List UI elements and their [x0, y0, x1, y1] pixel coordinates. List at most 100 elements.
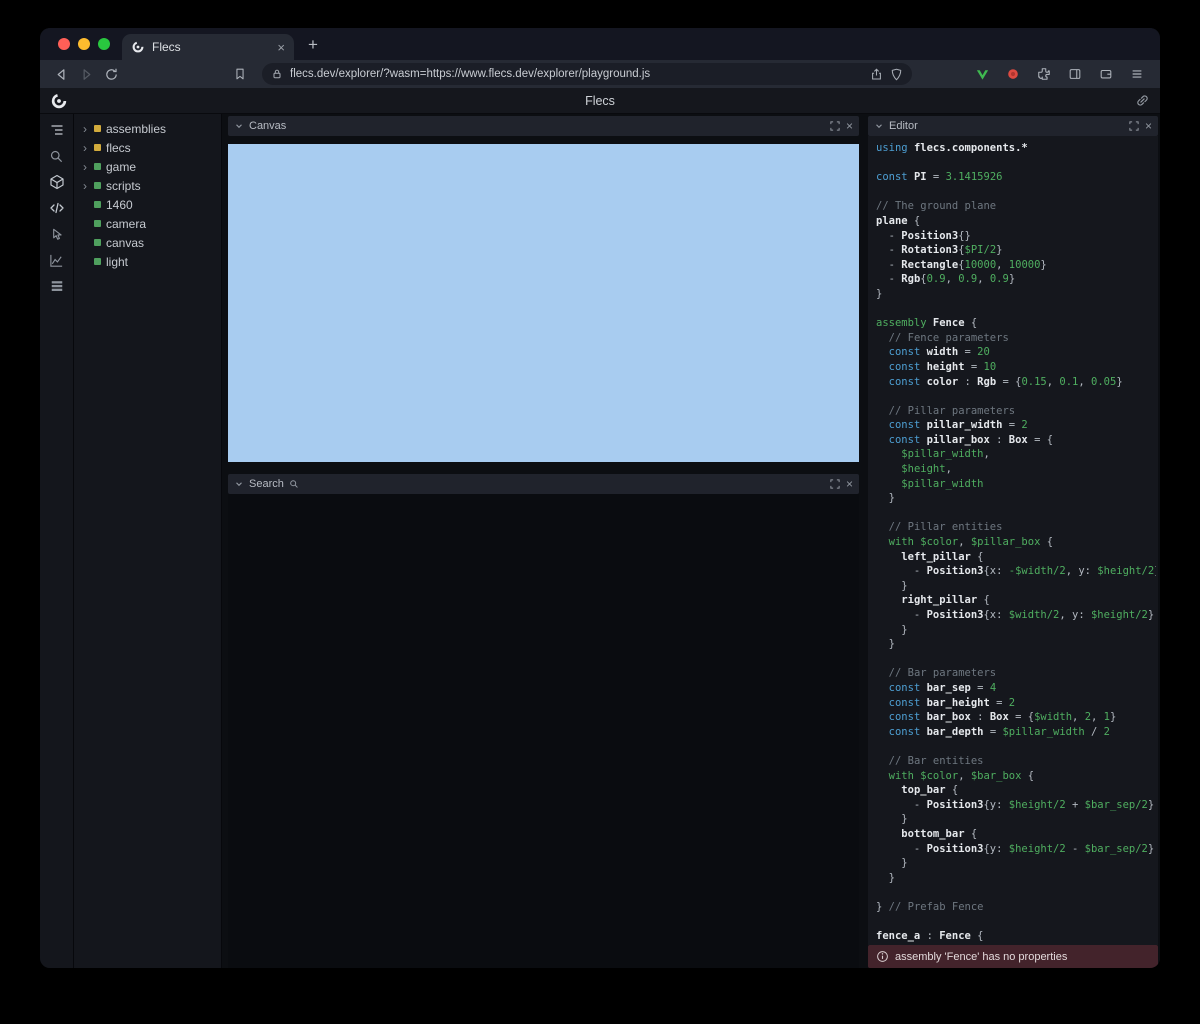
desktop-background: Flecs × + flecs.dev/explore: [0, 0, 1200, 1024]
app-header: Flecs: [40, 88, 1160, 114]
new-tab-button[interactable]: +: [308, 36, 318, 53]
entity-color-dot: [94, 201, 101, 208]
entity-color-dot: [94, 125, 101, 132]
close-icon[interactable]: ×: [846, 120, 853, 132]
reload-icon[interactable]: [100, 63, 122, 85]
search-icon[interactable]: [48, 148, 66, 164]
vue-devtools-extension-icon[interactable]: [971, 63, 993, 85]
search-panel-header[interactable]: Search ×: [228, 474, 859, 494]
code-line: top_bar {: [876, 783, 1156, 798]
chevron-right-icon[interactable]: ›: [81, 123, 89, 135]
sidebar-toggle-icon[interactable]: [1064, 63, 1086, 85]
expand-icon[interactable]: [829, 478, 841, 490]
tree-item-canvas[interactable]: canvas: [74, 233, 221, 252]
tree-item-1460[interactable]: 1460: [74, 195, 221, 214]
editor-panel-title: Editor: [889, 120, 918, 132]
close-icon[interactable]: ×: [846, 478, 853, 490]
code-line: }: [876, 871, 1156, 886]
recorder-extension-icon[interactable]: [1002, 63, 1024, 85]
canvas-viewport[interactable]: [228, 144, 859, 462]
entity-color-dot: [94, 220, 101, 227]
code-line: }: [876, 491, 1156, 506]
code-line: with $color, $bar_box {: [876, 769, 1156, 784]
extensions-puzzle-icon[interactable]: [1033, 63, 1055, 85]
brave-shield-icon[interactable]: [890, 68, 903, 81]
chevron-down-icon[interactable]: [234, 479, 244, 489]
editor-panel-header[interactable]: Editor ×: [868, 116, 1158, 136]
search-panel-title: Search: [249, 478, 284, 490]
tab-bar: Flecs × +: [40, 28, 1160, 60]
code-line: left_pillar {: [876, 550, 1156, 565]
window-controls: [40, 38, 122, 50]
code-line: // Pillar entities: [876, 520, 1156, 535]
expand-icon[interactable]: [829, 120, 841, 132]
code-line: - Position3{}: [876, 229, 1156, 244]
stats-chart-icon[interactable]: [48, 252, 66, 268]
editor-code[interactable]: using flecs.components.* const PI = 3.14…: [868, 136, 1158, 944]
table-rows-icon[interactable]: [48, 278, 66, 294]
canvas-panel-header[interactable]: Canvas ×: [228, 116, 859, 136]
chevron-down-icon[interactable]: [874, 121, 884, 131]
menu-icon[interactable]: [1126, 63, 1148, 85]
code-line: - Rectangle{10000, 10000}: [876, 258, 1156, 273]
code-line: plane {: [876, 214, 1156, 229]
canvas-cube-icon[interactable]: [48, 174, 66, 190]
entity-tree-icon[interactable]: [48, 122, 66, 138]
zoom-window-button[interactable]: [98, 38, 110, 50]
tree-item-flecs[interactable]: ›flecs: [74, 138, 221, 157]
code-line: [876, 156, 1156, 171]
code-line: // Pillar parameters: [876, 404, 1156, 419]
bookmark-icon[interactable]: [229, 63, 251, 85]
tree-item-game[interactable]: › game: [74, 157, 221, 176]
entity-color-dot: [94, 258, 101, 265]
code-line: $pillar_width,: [876, 447, 1156, 462]
extensions-cluster: [971, 63, 1150, 85]
code-line: // The ground plane: [876, 199, 1156, 214]
entity-color-dot: [94, 182, 101, 189]
tab-close-icon[interactable]: ×: [277, 41, 285, 54]
code-line: } // Prefab Fence: [876, 900, 1156, 915]
error-message: assembly 'Fence' has no properties: [895, 951, 1067, 963]
browser-tab[interactable]: Flecs ×: [122, 34, 294, 60]
selector-pointer-icon[interactable]: [48, 226, 66, 242]
link-icon[interactable]: [1135, 93, 1150, 108]
minimize-window-button[interactable]: [78, 38, 90, 50]
chevron-down-icon[interactable]: [234, 121, 244, 131]
url-text[interactable]: flecs.dev/explorer/?wasm=https://www.fle…: [290, 68, 863, 80]
back-icon[interactable]: [50, 63, 72, 85]
tab-title: Flecs: [152, 40, 270, 54]
lock-icon[interactable]: [271, 68, 283, 80]
tree-item-label: assemblies: [106, 122, 166, 136]
code-line: const width = 20: [876, 345, 1156, 360]
tree-item-label: 1460: [106, 198, 133, 212]
chevron-right-icon[interactable]: ›: [81, 161, 89, 173]
share-icon[interactable]: [870, 68, 883, 81]
close-icon[interactable]: ×: [1145, 120, 1152, 132]
code-line: [876, 739, 1156, 754]
tree-item-label: game: [106, 160, 136, 174]
editor-body[interactable]: using flecs.components.* const PI = 3.14…: [868, 136, 1158, 945]
chevron-right-icon[interactable]: ›: [81, 180, 89, 192]
code-line: [876, 914, 1156, 929]
tree-item-camera[interactable]: camera: [74, 214, 221, 233]
browser-window: Flecs × + flecs.dev/explore: [40, 28, 1160, 968]
tree-item-scripts[interactable]: › scripts: [74, 176, 221, 195]
wallet-icon[interactable]: [1095, 63, 1117, 85]
address-bar[interactable]: flecs.dev/explorer/?wasm=https://www.fle…: [262, 63, 912, 85]
code-editor-icon[interactable]: [48, 200, 66, 216]
code-line: [876, 652, 1156, 667]
expand-icon[interactable]: [1128, 120, 1140, 132]
code-line: [876, 389, 1156, 404]
code-line: [876, 885, 1156, 900]
code-line: with $color, $pillar_box {: [876, 535, 1156, 550]
close-window-button[interactable]: [58, 38, 70, 50]
tree-item-label: scripts: [106, 179, 141, 193]
tree-item-light[interactable]: light: [74, 252, 221, 271]
tree-item-assemblies[interactable]: › assemblies: [74, 119, 221, 138]
forward-icon[interactable]: [75, 63, 97, 85]
search-panel-body[interactable]: [228, 494, 859, 968]
code-line: const pillar_box : Box = {: [876, 433, 1156, 448]
chevron-right-icon[interactable]: ›: [81, 142, 89, 154]
code-line: - Position3{y: $height/2 + $bar_sep/2}: [876, 798, 1156, 813]
code-line: - Rgb{0.9, 0.9, 0.9}: [876, 272, 1156, 287]
